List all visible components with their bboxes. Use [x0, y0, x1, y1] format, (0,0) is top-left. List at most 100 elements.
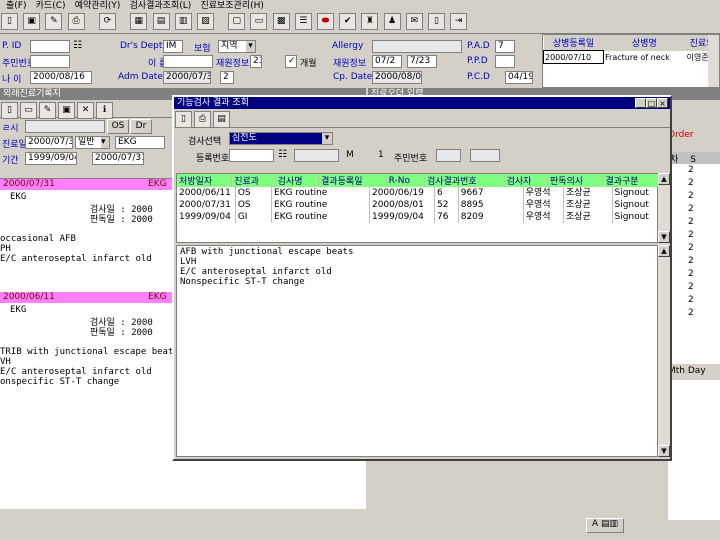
minimize-icon[interactable]: _	[635, 98, 646, 108]
exit-icon[interactable]: ⇥	[450, 13, 468, 30]
chevron-down-icon[interactable]: ▾	[101, 137, 109, 148]
close-icon[interactable]: ×	[657, 98, 668, 108]
edit-icon[interactable]: ✎	[39, 102, 56, 119]
chart-icon[interactable]: ▥	[174, 13, 192, 30]
record2-text4: onspecific ST-T change	[0, 377, 120, 387]
diag-name[interactable]: Fracture of neck	[604, 51, 686, 64]
stay-from[interactable]: 07/2	[372, 55, 402, 68]
scroll-up-icon[interactable]: ▲	[658, 173, 670, 185]
open-icon[interactable]: ▭	[20, 102, 37, 119]
adm-days-field[interactable]: 2	[220, 71, 234, 84]
column-header[interactable]: 판독의사	[547, 174, 604, 187]
table-cell: OS	[235, 187, 272, 199]
regno-field[interactable]	[229, 149, 274, 162]
save-icon[interactable]: ▣	[23, 13, 41, 30]
report-text[interactable]: AFB with junctional escape beats LVH E/C…	[176, 245, 658, 457]
font-button[interactable]: A ▤▥	[586, 518, 624, 533]
column-header[interactable]: 처방일자	[177, 174, 233, 187]
new-icon[interactable]: ▯	[175, 111, 192, 128]
table-row[interactable]: 2000/06/11 OS EKG routine 2000/06/19 6 9667 우영…	[177, 187, 659, 199]
name-field[interactable]	[163, 55, 213, 68]
dept-field[interactable]	[25, 120, 105, 133]
stop-icon[interactable]: ⬬	[317, 13, 334, 30]
visit-date-field[interactable]: 2000/07/31	[25, 136, 73, 149]
list-icon[interactable]: ☷	[278, 149, 287, 160]
birth-field[interactable]: 2000/08/16	[30, 71, 92, 84]
list-icon[interactable]: ☰	[294, 13, 312, 30]
search-value: 심전도	[232, 133, 257, 143]
stay-days[interactable]: 23	[250, 55, 262, 68]
calendar2-icon[interactable]: ▩	[272, 13, 290, 30]
stay-checkbox[interactable]: ✓	[285, 55, 297, 68]
doc-icon[interactable]: ▢	[228, 13, 246, 30]
check-icon[interactable]: ✔	[339, 13, 357, 30]
folder-icon[interactable]: ▭	[250, 13, 268, 30]
pid-field[interactable]	[30, 40, 70, 53]
column-header[interactable]: 검사결과번호	[424, 174, 505, 187]
sex-value: M	[346, 150, 354, 160]
pcd-field[interactable]: 04/19	[505, 71, 533, 84]
rrn-field-1[interactable]	[436, 149, 461, 162]
period-from[interactable]: 1999/09/04	[25, 152, 77, 165]
scroll-down-icon[interactable]: ▼	[658, 445, 670, 457]
column-header[interactable]: R-No	[386, 174, 426, 187]
lab-icon[interactable]: ♜	[361, 13, 379, 30]
scroll-down-icon[interactable]: ▼	[658, 231, 670, 243]
report-scrollbar[interactable]: ▲ ▼	[658, 245, 670, 457]
table-cell: 8209	[458, 211, 524, 223]
diag-scrollbar[interactable]	[708, 35, 719, 87]
user-icon[interactable]: ♟	[383, 13, 401, 30]
column-header[interactable]: 결과구분	[602, 174, 659, 187]
table-cell: GI	[235, 211, 272, 223]
cp-date-field[interactable]: 2000/08/02	[372, 71, 422, 84]
scroll-up-icon[interactable]: ▲	[658, 245, 670, 257]
page-icon[interactable]: ▯	[427, 13, 445, 30]
column-header[interactable]: 검사자	[504, 174, 549, 187]
pid-label: P. ID	[2, 41, 22, 51]
ppd-field[interactable]	[495, 55, 515, 68]
table-icon[interactable]: ▤	[213, 111, 230, 128]
new-icon[interactable]: ▯	[1, 102, 18, 119]
adm-date-field[interactable]: 2000/07/31	[163, 71, 211, 84]
table-icon[interactable]: ▤	[152, 13, 170, 30]
stay-to[interactable]: 7/23	[407, 55, 437, 68]
column-header[interactable]: 결과등록일	[318, 174, 387, 187]
print-icon[interactable]: ⎙	[67, 13, 85, 30]
print-icon[interactable]: ⎙	[194, 111, 211, 128]
calendar-icon[interactable]: ▨	[196, 13, 214, 30]
maximize-icon[interactable]: □	[646, 98, 657, 108]
tab-os[interactable]: OS	[107, 119, 129, 134]
pad-field[interactable]: 7	[495, 40, 515, 53]
insurance-select[interactable]: 지역 ▾	[218, 40, 256, 53]
rrn-field-2[interactable]	[470, 149, 500, 162]
chevron-down-icon[interactable]: ▾	[322, 133, 332, 144]
note-icon[interactable]: ✉	[405, 13, 423, 30]
visit-type-select[interactable]: 일반 ▾	[75, 136, 110, 149]
search-select[interactable]: 심전도 ▾	[229, 132, 333, 145]
tab-dr[interactable]: Dr	[130, 119, 152, 134]
name-field[interactable]	[294, 149, 339, 162]
chevron-down-icon[interactable]: ▾	[246, 41, 255, 52]
new-icon[interactable]: ▯	[1, 13, 18, 30]
edit-icon[interactable]: ✎	[45, 13, 63, 30]
list-icon[interactable]: ☷	[73, 40, 82, 51]
rrn-field[interactable]	[30, 55, 70, 68]
order-value: 2	[688, 243, 694, 253]
table-row[interactable]: 1999/09/04 GI EKG routine 1999/09/04 76 8209 우…	[177, 211, 659, 223]
refresh-icon[interactable]: ⟳	[98, 13, 116, 30]
order-header: 차S	[668, 152, 720, 165]
exam-field[interactable]: EKG	[115, 136, 165, 149]
order-grid: 2 2 2 2 2 2 2 2 2 2 2 2	[668, 164, 720, 364]
results-scrollbar[interactable]: ▲ ▼	[658, 173, 670, 243]
period-to[interactable]: 2000/07/31	[92, 152, 144, 165]
allergy-field[interactable]	[372, 40, 462, 53]
info-icon[interactable]: ℹ	[96, 102, 113, 119]
table-row[interactable]: 2000/07/31 OS EKG routine 2000/08/01 52 8895 우…	[177, 199, 659, 211]
column-header[interactable]: 진료과	[231, 174, 276, 187]
column-header[interactable]: 검사명	[275, 174, 320, 187]
diag-date[interactable]: 2000/07/10	[542, 50, 605, 64]
dept-field[interactable]: IM	[163, 40, 183, 53]
delete-icon[interactable]: ✕	[77, 102, 94, 119]
grid-icon[interactable]: ▦	[130, 13, 148, 30]
save-icon[interactable]: ▣	[58, 102, 75, 119]
